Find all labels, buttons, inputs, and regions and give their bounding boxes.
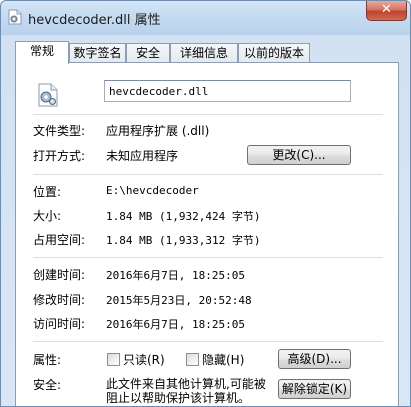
close-icon: ✕ [381,2,392,17]
created-label: 创建时间: [33,268,86,282]
change-button[interactable]: 更改(C)... [247,145,351,165]
size-on-disk-label: 占用空间: [33,233,86,247]
window-title: hevcdecoder.dll 属性 [28,13,161,28]
accessed-value: 2016年6月7日, 18:25:05 [106,318,245,331]
tab-strip: 常规 数字签名 安全 详细信息 以前的版本 [15,41,400,64]
separator [33,257,383,258]
readonly-checkbox[interactable] [107,353,120,366]
security-label: 安全: [33,378,62,392]
size-on-disk-value: 1.84 MB (1,933,312 字节) [106,234,261,247]
size-value: 1.84 MB (1,932,424 字节) [106,210,261,223]
file-type-label: 文件类型: [33,124,86,138]
tab-previous-versions[interactable]: 以前的版本 [238,43,310,62]
open-with-value: 未知应用程序 [106,149,179,163]
dll-file-icon [38,83,58,107]
open-with-label: 打开方式: [33,149,86,163]
separator [33,174,383,175]
properties-window: hevcdecoder.dll 属性 ✕ 常规 数字签名 安全 详细信息 以前的… [0,0,411,407]
dll-file-icon [8,9,22,25]
unblock-button[interactable]: 解除锁定(K) [278,379,351,399]
size-label: 大小: [33,209,62,223]
created-value: 2016年6月7日, 18:25:05 [106,269,245,282]
tab-details[interactable]: 详细信息 [170,43,238,62]
separator [33,341,383,342]
location-label: 位置: [33,185,62,199]
tab-general[interactable]: 常规 [15,41,69,64]
tab-security[interactable]: 安全 [126,43,170,62]
advanced-button[interactable]: 高级(D)... [278,349,351,369]
tab-digital-signatures[interactable]: 数字签名 [69,43,126,62]
close-button[interactable]: ✕ [366,1,407,21]
modified-label: 修改时间: [33,293,86,307]
file-type-value: 应用程序扩展 (.dll) [106,124,210,138]
accessed-label: 访问时间: [33,317,86,331]
readonly-label: 只读(R) [123,353,165,367]
attributes-label: 属性: [33,353,62,367]
separator [33,114,383,115]
general-panel: 文件类型: 应用程序扩展 (.dll) 打开方式: 未知应用程序 更改(C)..… [15,62,399,406]
title-bar[interactable]: hevcdecoder.dll 属性 ✕ [1,1,410,35]
security-message: 此文件来自其他计算机,可能被阻止以帮助保护该计算机。 [106,377,266,405]
hidden-checkbox[interactable] [186,353,199,366]
location-value: E:\hevcdecoder [106,184,199,197]
hidden-label: 隐藏(H) [202,353,245,367]
filename-input[interactable] [104,80,351,102]
modified-value: 2015年5月23日, 20:52:48 [106,294,252,307]
